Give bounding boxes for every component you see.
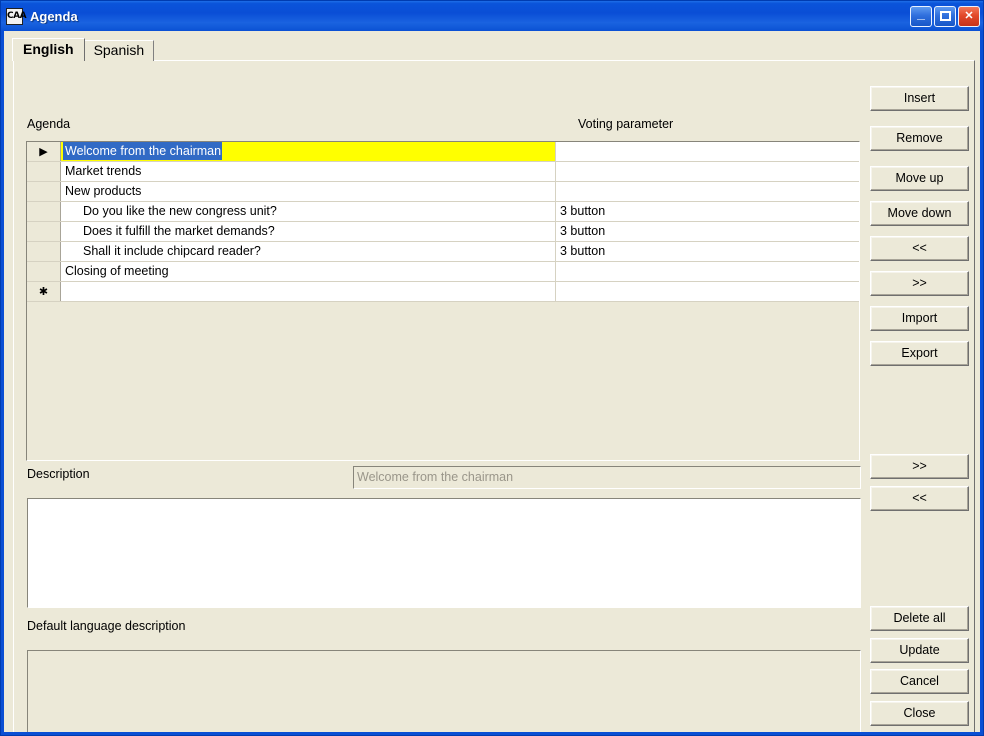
import-button[interactable]: Import xyxy=(870,306,969,331)
agenda-grid-rows: ▶ Welcome from the chairman Market trends N… xyxy=(27,142,859,460)
table-row[interactable]: ✱ xyxy=(27,282,859,302)
cell-voting-parameter[interactable] xyxy=(556,182,859,201)
app-icon: CAA xyxy=(6,7,27,25)
row-header[interactable] xyxy=(27,262,61,281)
outdent-button[interactable]: << xyxy=(870,236,969,261)
delete-all-button[interactable]: Delete all xyxy=(870,606,969,631)
row-header[interactable]: ✱ xyxy=(27,282,61,301)
close-button[interactable]: Close xyxy=(870,701,969,726)
table-row[interactable]: Do you like the new congress unit? 3 butt… xyxy=(27,202,859,222)
default-language-description-textarea xyxy=(27,650,861,732)
tab-spanish[interactable]: Spanish xyxy=(83,40,155,61)
window-title: Agenda xyxy=(30,8,78,24)
row-header[interactable] xyxy=(27,222,61,241)
update-button[interactable]: Update xyxy=(870,638,969,663)
table-row[interactable]: Shall it include chipcard reader? 3 butto… xyxy=(27,242,859,262)
grid-empty-space xyxy=(27,302,859,460)
copy-to-right-button[interactable]: >> xyxy=(870,454,969,479)
cell-agenda-selected-text: Welcome from the chairman xyxy=(63,142,223,160)
table-row[interactable]: ▶ Welcome from the chairman xyxy=(27,142,859,162)
row-marker xyxy=(27,242,60,261)
cell-agenda[interactable]: Does it fulfill the market demands? xyxy=(61,222,556,241)
row-marker xyxy=(27,222,60,241)
action-button-panel: Insert Remove Move up Move down << >> Im… xyxy=(870,65,970,732)
row-marker xyxy=(27,202,60,221)
row-marker xyxy=(27,262,60,281)
description-textarea[interactable] xyxy=(27,498,861,608)
description-label: Description xyxy=(27,467,90,481)
tab-spanish-label: Spanish xyxy=(93,42,145,58)
default-language-description-label: Default language description xyxy=(27,619,186,633)
tab-english-label: English xyxy=(23,41,74,57)
window-controls: _ ✕ xyxy=(910,4,980,27)
cell-voting-parameter[interactable]: 3 button xyxy=(556,202,859,221)
maximize-button[interactable] xyxy=(934,5,956,27)
indent-button[interactable]: >> xyxy=(870,271,969,296)
description-readonly-field[interactable]: Welcome from the chairman xyxy=(353,466,861,489)
table-row[interactable]: New products xyxy=(27,182,859,202)
table-row[interactable]: Does it fulfill the market demands? 3 but… xyxy=(27,222,859,242)
row-header[interactable] xyxy=(27,162,61,181)
minimize-button[interactable]: _ xyxy=(910,4,932,27)
row-header[interactable] xyxy=(27,242,61,261)
cell-voting-parameter[interactable]: 3 button xyxy=(556,242,859,261)
close-window-button[interactable]: ✕ xyxy=(958,5,980,27)
cell-voting-parameter[interactable] xyxy=(556,282,859,301)
column-header-voting-parameter: Voting parameter xyxy=(578,117,674,131)
row-header[interactable]: ▶ xyxy=(27,142,61,161)
language-tabs: English Spanish xyxy=(12,38,971,61)
cell-voting-parameter[interactable] xyxy=(556,142,859,161)
tab-content-english: Agenda Voting parameter ▶ Welcome from th… xyxy=(14,61,976,732)
cell-agenda[interactable]: Shall it include chipcard reader? xyxy=(61,242,556,261)
minimize-icon: _ xyxy=(917,4,925,21)
cell-agenda[interactable]: Market trends xyxy=(61,162,556,181)
agenda-grid[interactable]: ▶ Welcome from the chairman Market trends N… xyxy=(26,141,860,461)
cell-agenda[interactable]: Welcome from the chairman xyxy=(61,142,556,161)
close-icon: ✕ xyxy=(964,9,974,22)
row-header[interactable] xyxy=(27,182,61,201)
cell-voting-parameter[interactable] xyxy=(556,162,859,181)
tab-panel: Agenda Voting parameter ▶ Welcome from th… xyxy=(13,60,975,732)
move-up-button[interactable]: Move up xyxy=(870,166,969,191)
row-header[interactable] xyxy=(27,202,61,221)
agenda-window: CAA Agenda _ ✕ Agenda Voting parameter ▶… xyxy=(0,0,984,736)
remove-button[interactable]: Remove xyxy=(870,126,969,151)
copy-to-left-button[interactable]: << xyxy=(870,486,969,511)
cancel-button[interactable]: Cancel xyxy=(870,669,969,694)
cell-agenda[interactable] xyxy=(61,282,556,301)
row-marker xyxy=(27,182,60,201)
move-down-button[interactable]: Move down xyxy=(870,201,969,226)
row-marker xyxy=(27,162,60,181)
export-button[interactable]: Export xyxy=(870,341,969,366)
cell-voting-parameter[interactable]: 3 button xyxy=(556,222,859,241)
table-row[interactable]: Closing of meeting xyxy=(27,262,859,282)
new-record-asterisk-icon: ✱ xyxy=(38,285,49,298)
current-row-arrow-icon: ▶ xyxy=(39,145,48,158)
title-bar: CAA Agenda _ ✕ xyxy=(1,1,983,31)
cell-agenda[interactable]: Closing of meeting xyxy=(61,262,556,281)
table-row[interactable]: Market trends xyxy=(27,162,859,182)
column-header-agenda: Agenda xyxy=(27,117,71,131)
grid-column-headers: Agenda Voting parameter xyxy=(27,117,861,137)
tab-english[interactable]: English xyxy=(12,38,85,61)
cell-agenda[interactable]: Do you like the new congress unit? xyxy=(61,202,556,221)
client-area: Agenda Voting parameter ▶ Welcome from th… xyxy=(4,31,980,732)
cell-agenda[interactable]: New products xyxy=(61,182,556,201)
cell-voting-parameter[interactable] xyxy=(556,262,859,281)
insert-button[interactable]: Insert xyxy=(870,86,969,111)
maximize-icon xyxy=(940,10,951,21)
